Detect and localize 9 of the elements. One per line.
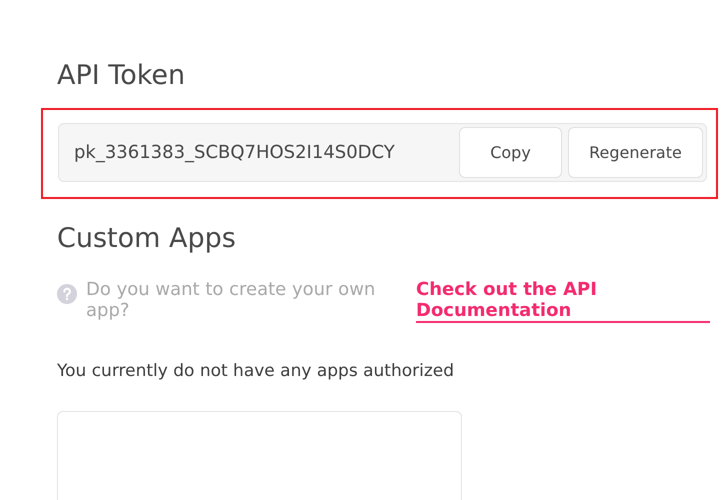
help-text: Do you want to create your own app?	[86, 279, 376, 321]
empty-message: You currently do not have any apps authorized	[57, 361, 456, 381]
regenerate-button[interactable]: Regenerate	[568, 127, 703, 178]
token-field[interactable]: pk_3361383_SCBQ7HOS2I14S0DCY Copy Regenerate	[58, 123, 707, 182]
copy-button[interactable]: Copy	[459, 127, 562, 178]
section-title: API Token	[57, 59, 186, 93]
section-title: Custom Apps	[57, 222, 237, 256]
documentation-link[interactable]: Check out the API Documentation	[416, 279, 710, 323]
help-icon	[57, 284, 77, 304]
